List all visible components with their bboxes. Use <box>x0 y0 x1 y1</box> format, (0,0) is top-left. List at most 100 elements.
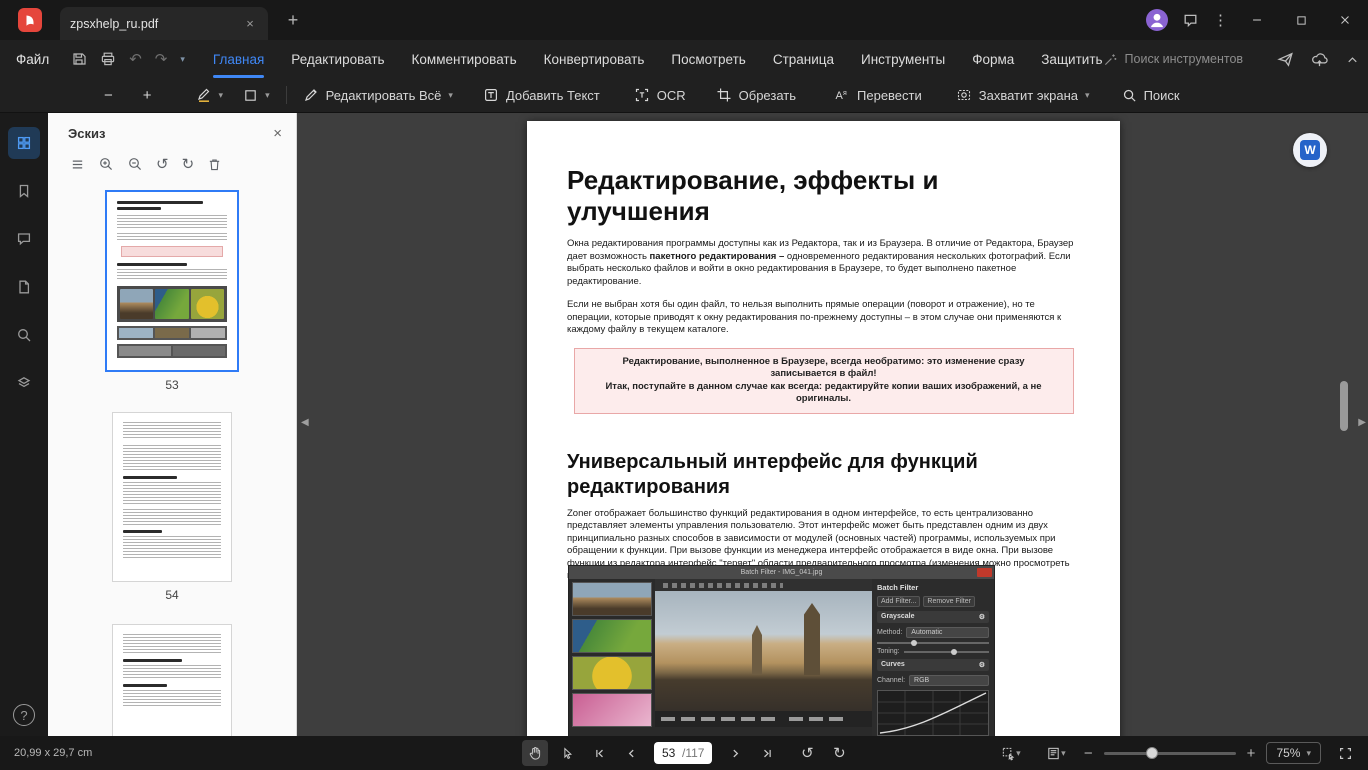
window-maximize-button[interactable] <box>1286 6 1316 34</box>
edit-all-button[interactable]: Редактировать Всё ▾ <box>303 87 453 103</box>
tab-home[interactable]: Главная <box>212 40 265 78</box>
save-icon[interactable] <box>71 51 87 67</box>
rotate-view-left-button[interactable]: ↺ <box>794 740 820 766</box>
next-page-button[interactable] <box>722 740 748 766</box>
window-minimize-button[interactable] <box>1242 6 1272 34</box>
undo-icon[interactable]: ↶ <box>129 52 142 67</box>
last-page-button[interactable] <box>754 740 780 766</box>
document-viewport[interactable]: Редактирование, эффекты и улучшения Окна… <box>297 113 1368 736</box>
zoom-level-dropdown[interactable]: 75% ▾ <box>1266 742 1321 764</box>
ocr-button[interactable]: OCR <box>634 87 686 103</box>
add-text-label: Добавить Текст <box>505 87 600 103</box>
embedded-add-filter-button: Add Filter... <box>877 596 921 607</box>
embedded-batch-filter-screenshot[interactable]: Batch Filter - IMG_041.jpg Batch Filter … <box>568 565 995 736</box>
tab-edit[interactable]: Редактировать <box>291 40 384 78</box>
tab-page[interactable]: Страница <box>773 40 834 78</box>
view-mode-dropdown[interactable]: ▾ <box>994 740 1028 766</box>
tab-close-icon[interactable]: × <box>242 16 258 32</box>
redo-icon[interactable]: ↷ <box>155 52 168 67</box>
sidebar-comments-icon[interactable] <box>8 223 40 255</box>
rotate-right-icon[interactable]: ↻ <box>182 157 195 172</box>
help-button[interactable]: ? <box>13 704 35 726</box>
thumbnail-page-53[interactable] <box>105 190 239 372</box>
window-close-button[interactable] <box>1330 6 1360 34</box>
embedded-thumbnail-strip <box>569 579 655 736</box>
zoom-out-button[interactable]: − <box>1084 746 1093 761</box>
add-text-button[interactable]: Добавить Текст <box>483 87 600 103</box>
tab-tools[interactable]: Инструменты <box>861 40 945 78</box>
translate-button[interactable]: Aя Перевести <box>834 87 922 103</box>
home-toolbar: − + ▾ ▾ Редактировать Всё ▾ Добавить Тек… <box>0 78 1368 113</box>
translate-widget-button[interactable]: W <box>1293 133 1327 167</box>
share-icon[interactable] <box>1277 51 1294 68</box>
tab-protect[interactable]: Защитить <box>1041 40 1102 78</box>
zoom-slider[interactable] <box>1103 746 1236 759</box>
caret-down-icon: ▾ <box>1306 747 1311 758</box>
tool-search[interactable]: Поиск инструментов <box>1103 52 1243 67</box>
document-tab[interactable]: zpsxhelp_ru.pdf × <box>60 7 268 40</box>
sidebar-layers-icon[interactable] <box>8 367 40 399</box>
hand-tool-button[interactable] <box>522 740 548 766</box>
statusbar: 20,99 x 29,7 cm /117 ↺ ↻ ▾ <box>0 736 1368 770</box>
collapse-panel-left-arrow[interactable]: ◀ <box>301 417 309 428</box>
embedded-curves-title: Curves <box>881 661 905 668</box>
first-page-button[interactable] <box>586 740 612 766</box>
collapse-toolbar-chevron-icon[interactable] <box>1345 52 1360 67</box>
rotate-left-icon[interactable]: ↺ <box>156 157 169 172</box>
new-tab-button[interactable]: + <box>282 9 304 31</box>
tab-convert[interactable]: Конвертировать <box>544 40 645 78</box>
menu-file[interactable]: Файл <box>16 52 49 67</box>
sidebar-search-icon[interactable] <box>8 319 40 351</box>
caret-down-icon: ▾ <box>1016 747 1021 758</box>
previous-page-button[interactable] <box>618 740 644 766</box>
page-layout-dropdown[interactable]: ▾ <box>1039 740 1073 766</box>
appearance-pen-dropdown[interactable]: ▾ <box>196 87 223 103</box>
screen-capture-button[interactable]: Захватит экрана ▾ <box>956 87 1090 103</box>
print-icon[interactable] <box>100 51 116 67</box>
search-button[interactable]: Поиск <box>1122 88 1180 103</box>
thumbnail-panel: Эскиз × ↺ ↻ 53 54 <box>48 113 297 736</box>
tab-view[interactable]: Посмотреть <box>671 40 745 78</box>
navigation-sidebar: ? <box>0 113 48 736</box>
scrollbar-thumb[interactable] <box>1340 381 1348 431</box>
crop-label: Обрезать <box>738 87 797 103</box>
delete-page-icon[interactable] <box>207 157 222 172</box>
decrease-button[interactable]: − <box>104 88 113 103</box>
doc-heading-1: Редактирование, эффекты и улучшения <box>567 165 939 226</box>
zoom-slider-handle[interactable] <box>1145 746 1158 759</box>
document-tab-title: zpsxhelp_ru.pdf <box>70 16 159 31</box>
sidebar-attachments-icon[interactable] <box>8 271 40 303</box>
current-page-input[interactable] <box>662 746 682 760</box>
thumbnail-page-55[interactable] <box>112 624 232 736</box>
rotate-view-right-button[interactable]: ↻ <box>826 740 852 766</box>
fullscreen-button[interactable] <box>1332 740 1358 766</box>
caret-down-icon: ▾ <box>1085 89 1090 100</box>
shape-style-dropdown[interactable]: ▾ <box>243 88 270 103</box>
collapse-panel-right-arrow[interactable]: ▶ <box>1358 417 1366 428</box>
increase-button[interactable]: + <box>143 88 152 103</box>
thumbnail-zoom-in-icon[interactable] <box>98 156 114 172</box>
account-avatar[interactable] <box>1146 9 1168 31</box>
more-options-icon[interactable]: ⋮ <box>1213 13 1228 28</box>
select-tool-button[interactable] <box>554 740 580 766</box>
tab-comment[interactable]: Комментировать <box>412 40 517 78</box>
page-number-box[interactable]: /117 <box>654 742 713 764</box>
embedded-filter-name: Grayscale <box>881 613 915 620</box>
cloud-upload-icon[interactable] <box>1311 51 1328 68</box>
translate-label: Перевести <box>857 87 922 103</box>
thumbnail-page-54[interactable] <box>112 412 232 582</box>
quick-toolbar-caret-icon[interactable]: ▾ <box>180 54 185 64</box>
tab-form[interactable]: Форма <box>972 40 1014 78</box>
pdf-page-53[interactable]: Редактирование, эффекты и улучшения Окна… <box>527 121 1120 736</box>
embedded-info-bar <box>655 711 872 727</box>
thumbnail-panel-close-icon[interactable]: × <box>273 125 282 142</box>
sidebar-thumbnails-icon[interactable] <box>8 127 40 159</box>
vertical-scrollbar[interactable] <box>1340 113 1348 736</box>
thumbnail-zoom-out-icon[interactable] <box>127 156 143 172</box>
app-logo-icon <box>18 8 42 32</box>
zoom-in-button[interactable]: + <box>1247 746 1256 761</box>
sidebar-bookmarks-icon[interactable] <box>8 175 40 207</box>
thumbnail-options-icon[interactable] <box>70 157 85 172</box>
crop-button[interactable]: Обрезать <box>716 87 796 103</box>
feedback-chat-icon[interactable] <box>1182 12 1199 29</box>
